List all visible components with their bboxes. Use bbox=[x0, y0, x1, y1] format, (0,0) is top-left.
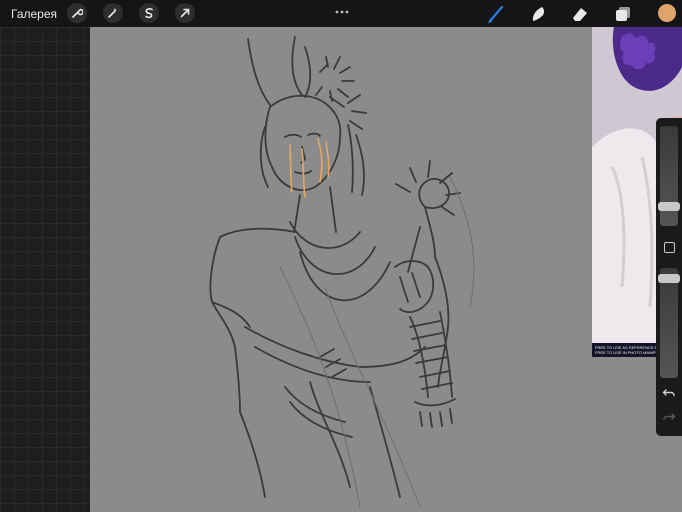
brush-size-slider[interactable] bbox=[658, 126, 680, 226]
brush-size-thumb[interactable] bbox=[658, 202, 680, 211]
transform-icon[interactable] bbox=[175, 3, 195, 23]
redo-icon[interactable] bbox=[662, 410, 676, 424]
wrench-icon[interactable] bbox=[67, 3, 87, 23]
opacity-slider[interactable] bbox=[658, 268, 680, 378]
layers-icon[interactable] bbox=[612, 3, 634, 25]
brush-icon[interactable] bbox=[485, 3, 507, 25]
color-swatch[interactable] bbox=[658, 4, 676, 22]
eraser-icon[interactable] bbox=[569, 3, 591, 25]
magic-wand-icon[interactable] bbox=[103, 3, 123, 23]
more-dots-icon[interactable] bbox=[334, 3, 350, 14]
top-toolbar: Галерея bbox=[0, 0, 682, 27]
smudge-icon[interactable] bbox=[527, 3, 549, 25]
square-icon[interactable] bbox=[664, 242, 675, 253]
undo-icon[interactable] bbox=[662, 386, 676, 400]
selection-icon[interactable] bbox=[139, 3, 159, 23]
gallery-button[interactable]: Галерея bbox=[11, 7, 57, 21]
side-slider-panel bbox=[656, 118, 682, 436]
opacity-thumb[interactable] bbox=[658, 274, 680, 283]
background-grid bbox=[0, 27, 90, 512]
